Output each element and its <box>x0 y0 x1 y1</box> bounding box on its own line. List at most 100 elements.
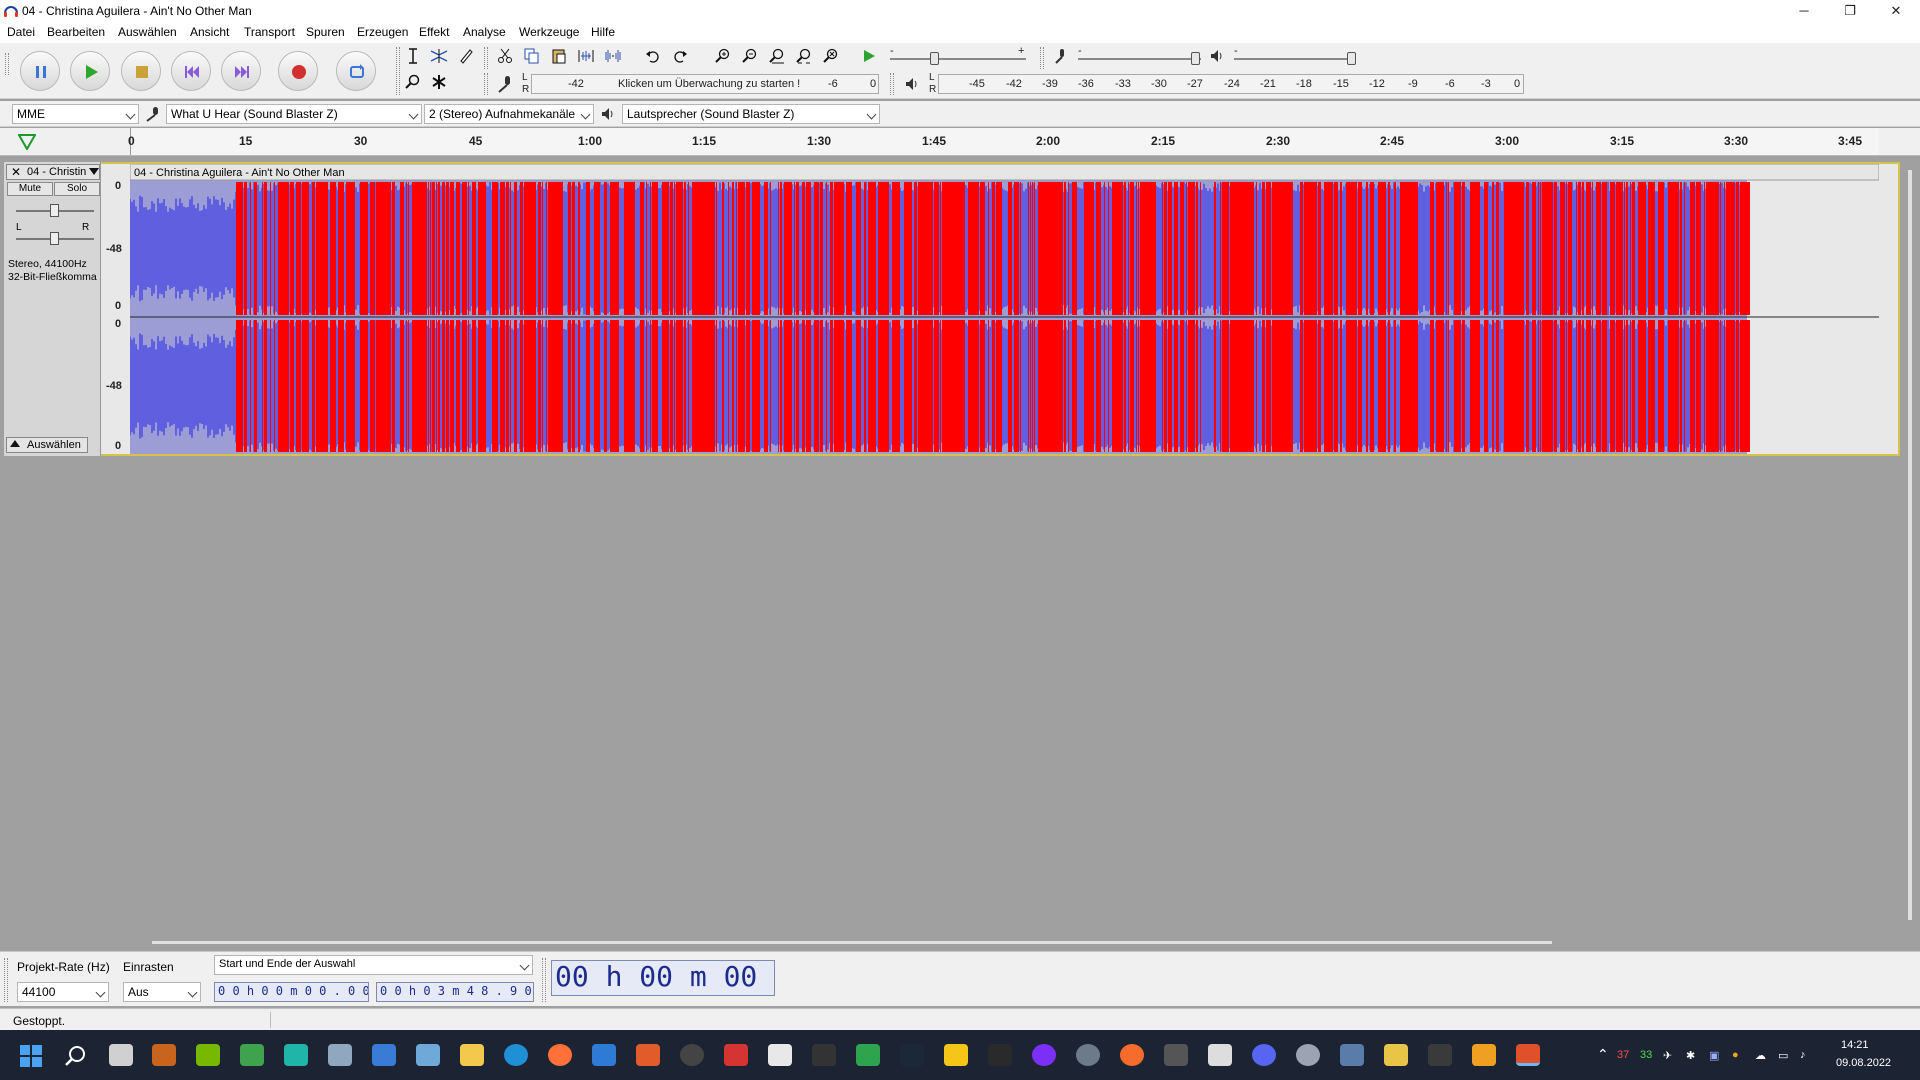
audacity-taskbar-icon[interactable] <box>1516 1044 1540 1066</box>
app-icon-red[interactable] <box>724 1044 748 1066</box>
epic-games-icon[interactable] <box>988 1044 1012 1066</box>
menu-bearbeiten[interactable]: Bearbeiten <box>47 25 105 39</box>
playback-meter[interactable]: -45 -42 -39 -36 -33 -30 -27 -24 -21 -18 … <box>938 74 1524 94</box>
photos-icon[interactable] <box>416 1044 440 1066</box>
play-button[interactable] <box>70 51 110 91</box>
draw-tool[interactable] <box>455 45 477 67</box>
volume-icon[interactable]: ♪ <box>1800 1049 1806 1061</box>
minimize-button[interactable]: ─ <box>1781 0 1827 22</box>
skip-to-start-button[interactable] <box>171 51 211 91</box>
close-track-icon[interactable]: ✕ <box>11 165 21 179</box>
toolbar-grip[interactable] <box>484 47 488 69</box>
rockstar-icon[interactable] <box>944 1044 968 1066</box>
toolbar-grip[interactable] <box>5 53 9 75</box>
obs-icon[interactable] <box>680 1044 704 1066</box>
ubisoft-icon[interactable] <box>1076 1044 1100 1066</box>
origin-icon[interactable] <box>1120 1044 1144 1066</box>
app-icon-white[interactable] <box>768 1044 792 1066</box>
fit-selection-button[interactable] <box>766 45 788 67</box>
recording-volume-slider[interactable]: ‐ <box>1078 45 1201 67</box>
playback-meter-speaker-icon[interactable] <box>904 76 920 92</box>
playback-volume-slider[interactable]: ‐ <box>1234 45 1356 67</box>
app-icon-window[interactable] <box>1340 1044 1364 1066</box>
menu-hilfe[interactable]: Hilfe <box>591 25 615 39</box>
tray-gear-icon[interactable]: ✱ <box>1686 1049 1695 1062</box>
zoom-tool[interactable] <box>402 71 424 93</box>
record-meter-microphone-icon[interactable] <box>496 75 514 93</box>
mute-button[interactable]: Mute <box>7 182 53 196</box>
app-icon-bars[interactable] <box>856 1044 880 1066</box>
skip-to-end-button[interactable] <box>221 51 261 91</box>
discord-icon[interactable] <box>1252 1044 1276 1066</box>
toolbar-grip[interactable] <box>890 73 894 95</box>
windows-start-icon[interactable] <box>19 1044 43 1068</box>
slider-thumb[interactable] <box>1347 52 1356 65</box>
toolbar-grip[interactable] <box>542 958 546 1002</box>
store-icon[interactable] <box>372 1044 396 1066</box>
fit-project-button[interactable] <box>793 45 815 67</box>
track-pan-slider[interactable] <box>16 232 94 246</box>
menu-analyse[interactable]: Analyse <box>463 25 506 39</box>
menu-werkzeuge[interactable]: Werkzeuge <box>519 25 579 39</box>
app-icon-gray[interactable] <box>1296 1044 1320 1066</box>
recording-device-select[interactable]: What U Hear (Sound Blaster Z) <box>166 104 422 124</box>
edge-icon[interactable] <box>504 1044 528 1066</box>
menu-transport[interactable]: Transport <box>244 25 295 39</box>
app-icon-ac[interactable] <box>152 1044 176 1066</box>
audio-position-display[interactable]: 00 h 00 m 00 s <box>551 960 775 996</box>
project-rate-select[interactable]: 44100 <box>17 982 109 1002</box>
task-view-icon[interactable] <box>109 1044 133 1066</box>
undo-button[interactable] <box>642 45 664 67</box>
zoom-toggle-button[interactable] <box>820 45 842 67</box>
track-select-button[interactable]: Auswählen <box>6 437 88 453</box>
clock-date[interactable]: 09.08.2022 <box>1836 1057 1891 1069</box>
slider-thumb[interactable] <box>50 204 59 217</box>
tray-chevron-icon[interactable]: ⌃ <box>1597 1046 1609 1063</box>
tray-monitor-icon[interactable]: ▣ <box>1709 1049 1719 1062</box>
toolbar-grip[interactable] <box>396 47 400 95</box>
app-icon-star[interactable] <box>1384 1044 1408 1066</box>
horizontal-scrollbar[interactable] <box>152 941 1552 944</box>
toolbar-grip[interactable] <box>484 73 488 95</box>
recording-meter[interactable]: -42 Klicken um Überwachung zu starten ! … <box>531 74 879 94</box>
multi-tool[interactable] <box>428 71 450 93</box>
menu-ansicht[interactable]: Ansicht <box>190 25 229 39</box>
clapper-icon[interactable] <box>812 1044 836 1066</box>
loop-button[interactable] <box>336 51 376 91</box>
restore-button[interactable]: ❐ <box>1827 0 1873 22</box>
zoom-out-button[interactable] <box>739 45 761 67</box>
play-at-speed-button[interactable] <box>858 45 880 67</box>
track-vertical-scale[interactable]: 0 -48 0 0 -48 0 <box>101 164 130 454</box>
audio-host-select[interactable]: MME <box>12 104 139 124</box>
copy-button[interactable] <box>521 45 543 67</box>
close-window-button[interactable]: ✕ <box>1873 0 1919 22</box>
app-icon-green[interactable] <box>240 1044 264 1066</box>
selection-tool[interactable] <box>402 45 424 67</box>
playback-device-select[interactable]: Lautsprecher (Sound Blaster Z) <box>622 104 880 124</box>
file-explorer-icon[interactable] <box>460 1044 484 1066</box>
slider-thumb[interactable] <box>50 232 59 245</box>
app-icon-orange[interactable] <box>636 1044 660 1066</box>
selection-mode-select[interactable]: Start und Ende der Auswahl <box>214 955 533 975</box>
selection-start-time[interactable]: 0 0 h 0 0 m 0 0 . 0 0 0 s <box>214 982 369 1002</box>
network-icon[interactable]: ▭ <box>1778 1049 1788 1062</box>
envelope-tool[interactable] <box>428 45 450 67</box>
pause-button[interactable] <box>20 51 60 91</box>
clock-time[interactable]: 14:21 <box>1841 1039 1869 1051</box>
search-icon[interactable] <box>64 1044 88 1068</box>
selection-end-time[interactable]: 0 0 h 0 3 m 4 8 . 9 0 7 s <box>376 982 534 1002</box>
redo-button[interactable] <box>669 45 691 67</box>
steam-icon[interactable] <box>900 1044 924 1066</box>
menu-datei[interactable]: Datei <box>7 25 35 39</box>
toolbar-grip[interactable] <box>4 958 8 1002</box>
app-icon-fox[interactable] <box>1208 1044 1232 1066</box>
zoom-in-button[interactable] <box>712 45 734 67</box>
record-button[interactable] <box>278 51 318 91</box>
paste-button[interactable] <box>548 45 570 67</box>
timeline-ruler[interactable]: 0 15 30 45 1:00 1:15 1:30 1:45 2:00 2:15… <box>0 128 1920 156</box>
track-menu-header[interactable]: ✕ 04 - Christin <box>6 164 100 180</box>
snap-select[interactable]: Aus <box>123 982 201 1002</box>
menu-erzeugen[interactable]: Erzeugen <box>357 25 408 39</box>
menu-spuren[interactable]: Spuren <box>306 25 345 39</box>
clip-title-bar[interactable] <box>130 164 1879 181</box>
